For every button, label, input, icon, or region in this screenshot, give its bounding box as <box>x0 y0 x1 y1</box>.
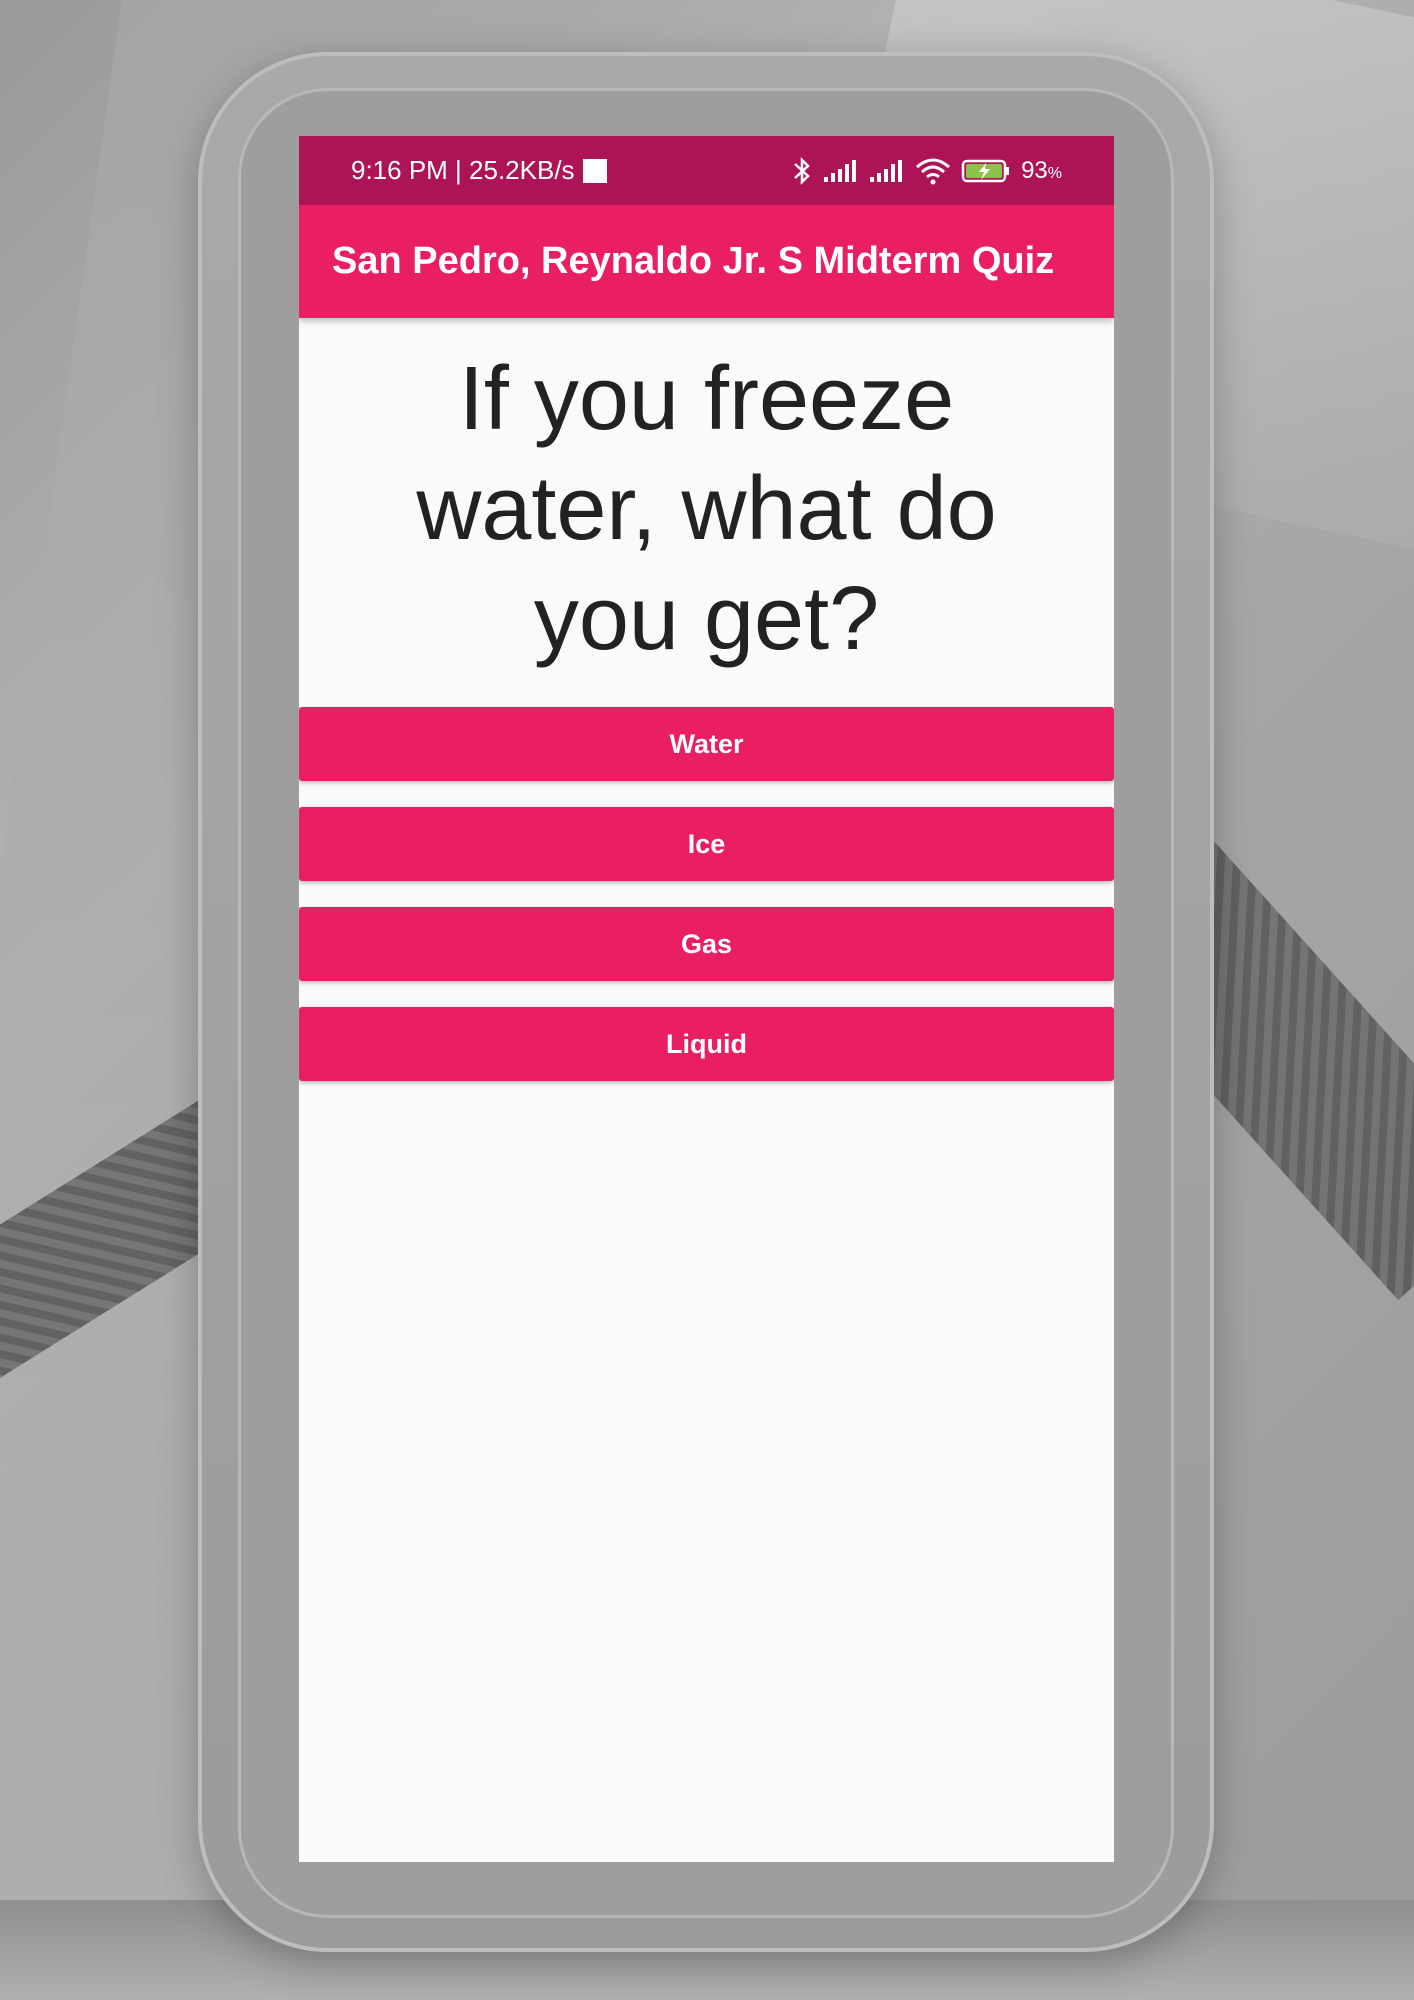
status-bar: 9:16 PM | 25.2KB/s 93% <box>299 136 1114 205</box>
app-bar: San Pedro, Reynaldo Jr. S Midterm Quiz <box>299 205 1114 318</box>
answer-button-ice[interactable]: Ice <box>299 807 1114 881</box>
app-title: San Pedro, Reynaldo Jr. S Midterm Quiz <box>332 240 1055 282</box>
battery-value: 93 <box>1021 156 1048 184</box>
notification-icon <box>582 158 607 183</box>
wifi-icon <box>915 157 951 185</box>
status-right: 93% <box>791 136 1062 205</box>
battery-percent: 93% <box>1021 157 1062 185</box>
answer-button-gas[interactable]: Gas <box>299 907 1114 981</box>
answer-button-water[interactable]: Water <box>299 707 1114 781</box>
bluetooth-icon <box>791 156 813 186</box>
battery-charging-icon <box>961 158 1011 184</box>
signal-icon <box>823 159 859 183</box>
phone-screen: 9:16 PM | 25.2KB/s 93% San Pedro, Reynal… <box>299 136 1114 1862</box>
signal-icon <box>869 159 905 183</box>
battery-unit: % <box>1047 164 1062 182</box>
answer-button-liquid[interactable]: Liquid <box>299 1007 1114 1081</box>
question-text: If you freeze water, what do you get? <box>416 349 997 669</box>
status-time: 9:16 PM | 25.2KB/s <box>351 155 575 185</box>
status-left: 9:16 PM | 25.2KB/s <box>351 136 607 205</box>
